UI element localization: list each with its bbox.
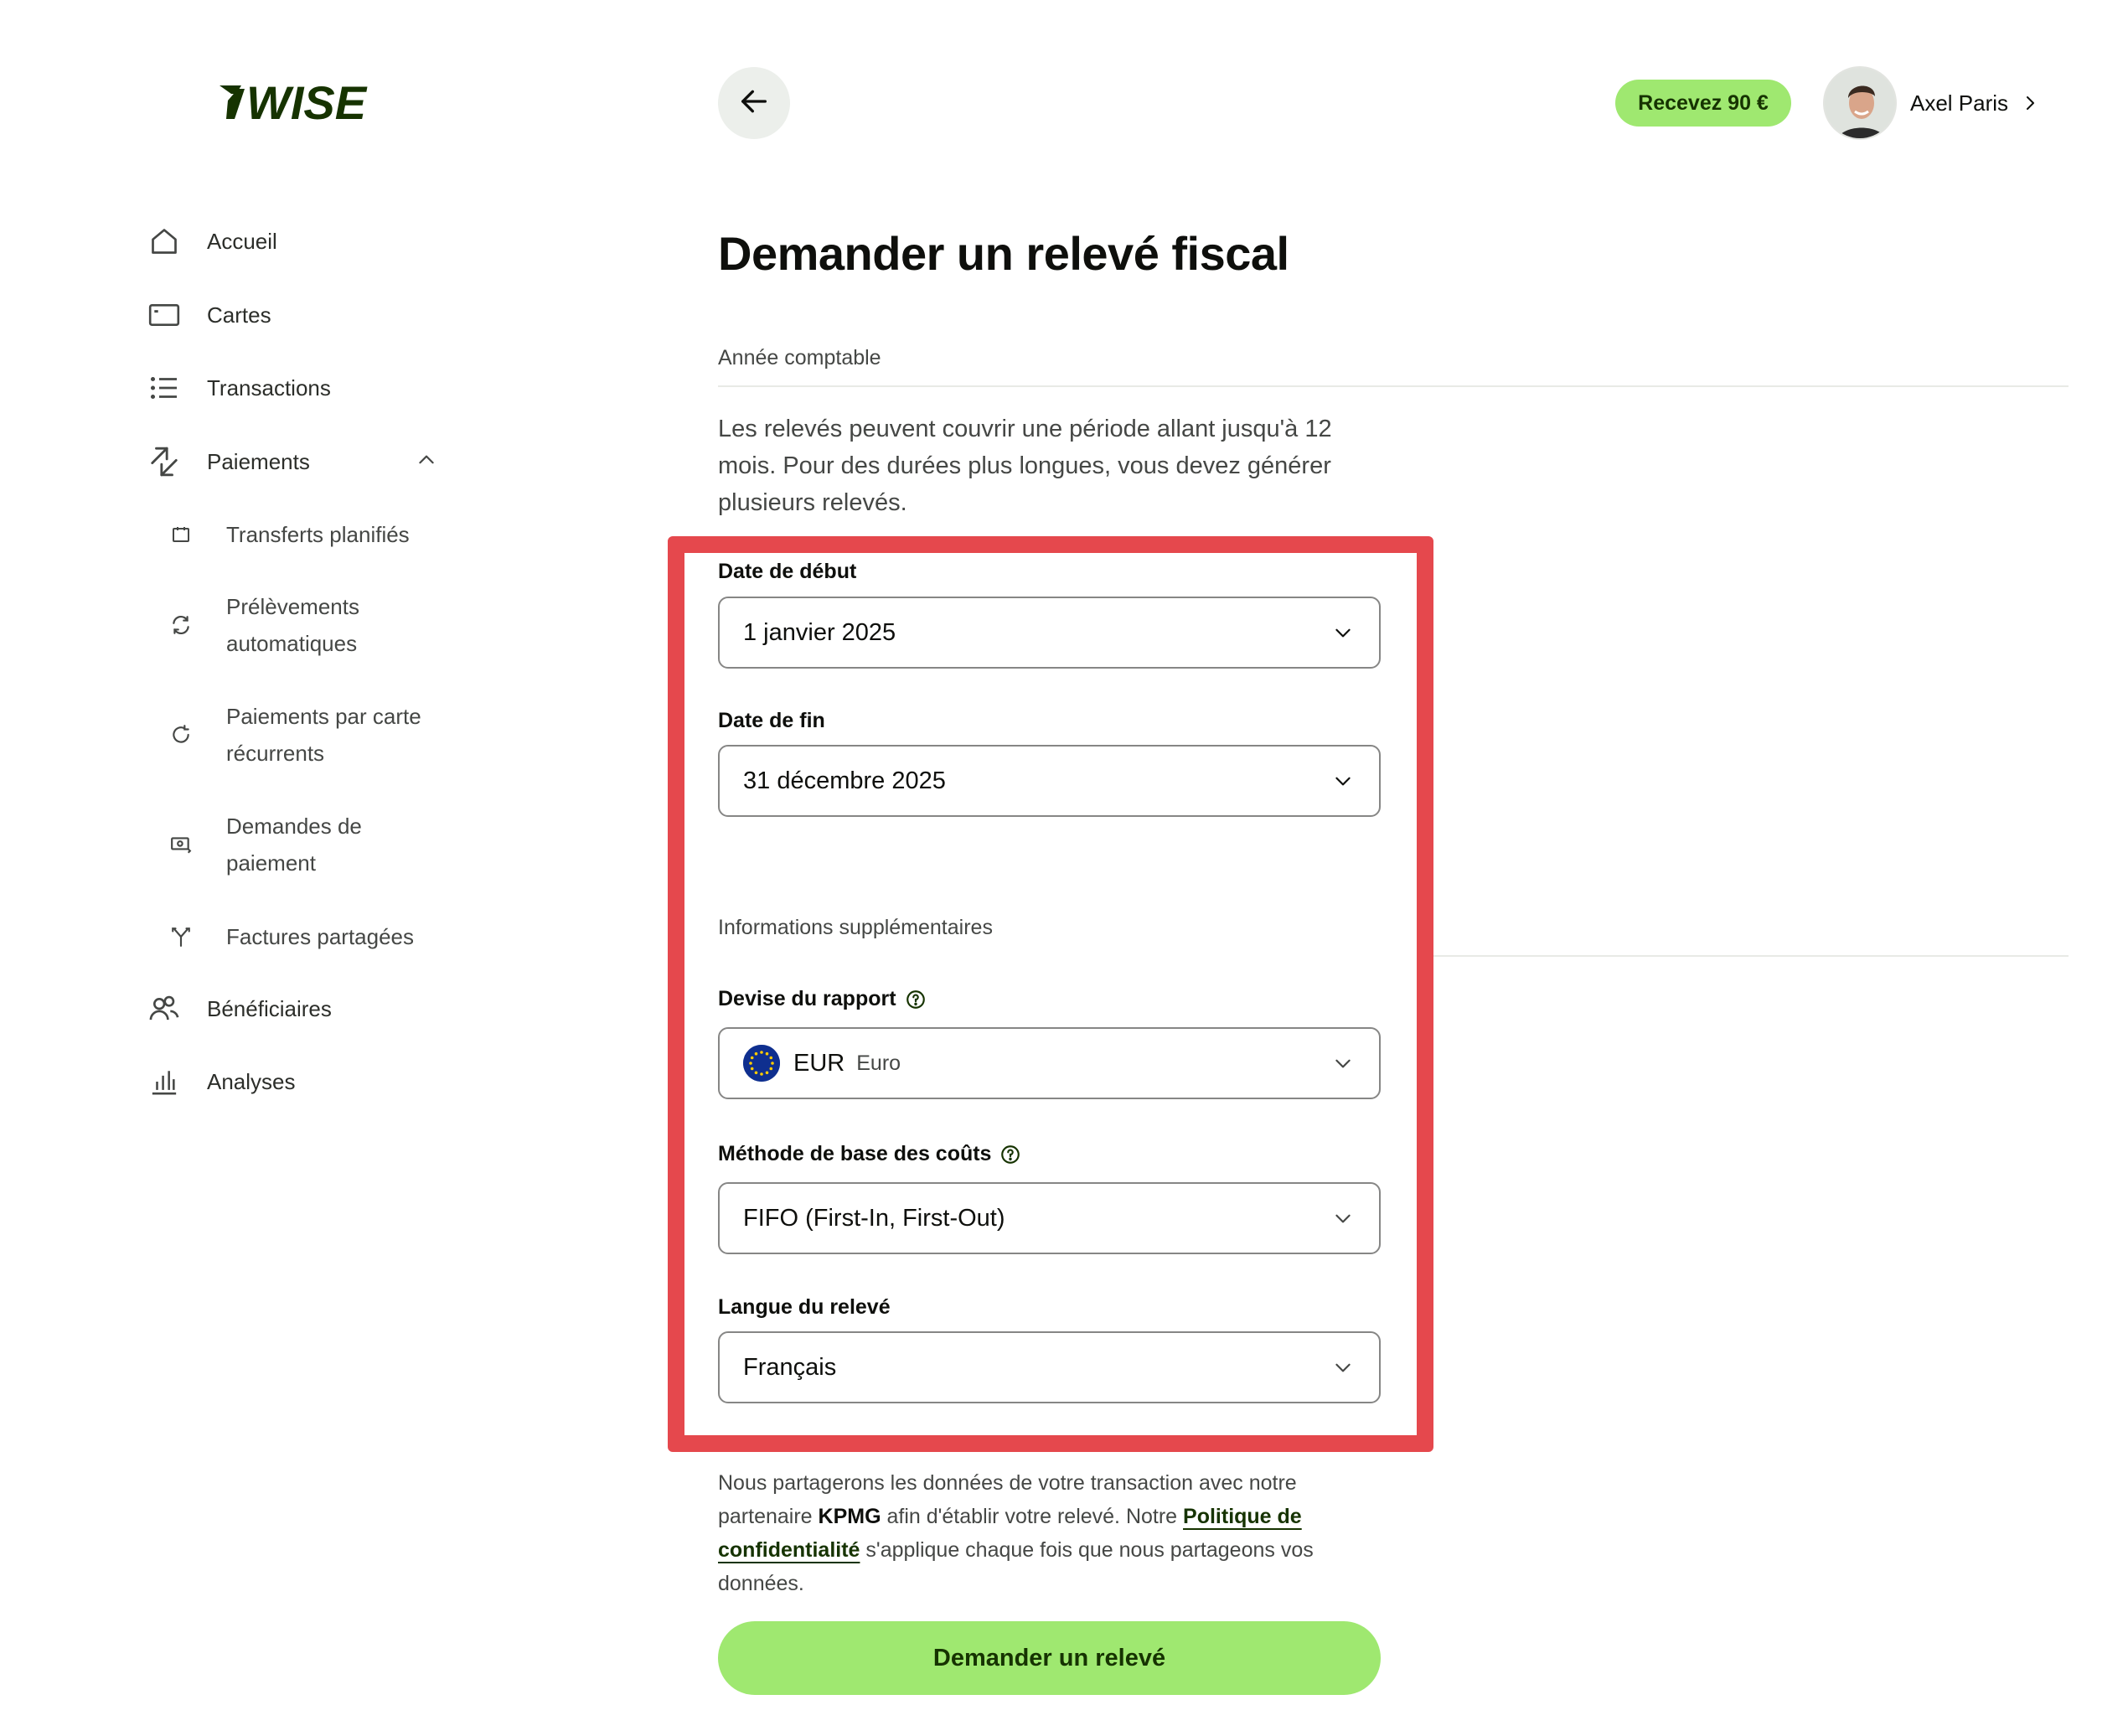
start-date-select[interactable]: 1 janvier 2025 [718, 597, 1381, 669]
end-date-label: Date de fin [718, 709, 825, 733]
language-value: Français [743, 1353, 837, 1381]
sidebar-subitem-prelevements[interactable]: Prélèvements automatiques [168, 588, 452, 662]
card-icon [147, 298, 181, 332]
chevron-down-icon [1332, 1207, 1354, 1229]
arrow-left-icon [737, 85, 771, 122]
help-icon[interactable] [905, 989, 927, 1010]
back-button[interactable] [718, 67, 790, 139]
section-heading-accounting-year: Année comptable [718, 346, 881, 369]
payments-icon [147, 445, 181, 478]
logo-wordmark: WISE [246, 76, 368, 127]
avatar [1823, 66, 1897, 140]
sidebar-subitem-factures[interactable]: Factures partagées [168, 918, 452, 955]
request-statement-button[interactable]: Demander un relevé [718, 1621, 1381, 1695]
cost-method-label-text: Méthode de base des coûts [718, 1142, 992, 1165]
cost-method-value: FIFO (First-In, First-Out) [743, 1204, 1005, 1232]
home-icon [147, 225, 181, 258]
sidebar-item-cartes[interactable]: Cartes [147, 290, 449, 340]
privacy-notice-part2: afin d'établir votre relevé. Notre [881, 1505, 1184, 1528]
chevron-down-icon [1332, 1356, 1354, 1378]
currency-select[interactable]: EUR Euro [718, 1027, 1381, 1099]
chevron-right-icon [2020, 93, 2040, 113]
sidebar-item-label: Transactions [207, 375, 331, 400]
request-money-icon [168, 831, 194, 858]
sidebar-item-transactions[interactable]: Transactions [147, 363, 449, 413]
recurring-icon [168, 721, 194, 748]
chart-icon [147, 1065, 181, 1098]
divider [1433, 955, 2069, 957]
section-heading-additional-info: Informations supplémentaires [718, 916, 993, 939]
referral-reward-button[interactable]: Recevez 90 € [1615, 80, 1791, 127]
sidebar-subitem-label: Factures partagées [226, 924, 415, 949]
chevron-down-icon [1332, 1052, 1354, 1074]
chevron-down-icon [1332, 622, 1354, 643]
sidebar-subitem-label: Transferts planifiés [226, 522, 410, 547]
help-icon[interactable] [999, 1144, 1021, 1165]
privacy-notice: Nous partagerons les données de votre tr… [718, 1466, 1388, 1600]
language-select[interactable]: Français [718, 1331, 1381, 1403]
currency-label-text: Devise du rapport [718, 987, 896, 1010]
currency-name: Euro [856, 1051, 901, 1075]
sidebar-item-label: Analyses [207, 1068, 296, 1094]
cost-method-label: Méthode de base des coûts [718, 1142, 1021, 1166]
sidebar-subitem-label: Prélèvements automatiques [226, 594, 359, 656]
end-date-label-text: Date de fin [718, 709, 825, 732]
sidebar-item-beneficiaires[interactable]: Bénéficiaires [147, 984, 449, 1034]
sidebar-item-analyses[interactable]: Analyses [147, 1057, 449, 1107]
sidebar-item-label: Accueil [207, 228, 277, 254]
cost-method-select[interactable]: FIFO (First-In, First-Out) [718, 1182, 1381, 1254]
intro-text: Les relevés peuvent couvrir une période … [718, 416, 1332, 516]
language-label-text: Langue du relevé [718, 1295, 891, 1319]
language-label: Langue du relevé [718, 1295, 891, 1320]
sidebar-subitem-paiements-carte[interactable]: Paiements par carte récurrents [168, 698, 452, 772]
page-title: Demander un relevé fiscal [718, 227, 1289, 280]
chevron-down-icon [1332, 770, 1354, 792]
divider [718, 385, 2069, 387]
start-date-label-text: Date de début [718, 560, 857, 583]
sidebar-item-label: Paiements [207, 448, 310, 474]
sidebar-item-accueil[interactable]: Accueil [147, 216, 449, 266]
sidebar-subitem-transferts-planifies[interactable]: Transferts planifiés [168, 516, 452, 553]
end-date-value: 31 décembre 2025 [743, 767, 946, 794]
end-date-select[interactable]: 31 décembre 2025 [718, 745, 1381, 817]
recipients-icon [147, 992, 181, 1026]
start-date-label: Date de début [718, 560, 856, 584]
calendar-icon [168, 521, 194, 548]
wise-logo[interactable]: WISE [216, 75, 384, 129]
chevron-up-icon[interactable] [416, 449, 437, 475]
start-date-value: 1 janvier 2025 [743, 618, 896, 646]
eu-flag-icon [743, 1045, 780, 1082]
profile-menu[interactable]: Axel Paris [1823, 65, 2040, 141]
split-icon [168, 923, 194, 950]
list-icon [147, 371, 181, 405]
sidebar-item-label: Bénéficiaires [207, 995, 332, 1021]
sidebar-subitem-label: Paiements par carte récurrents [226, 704, 421, 766]
refresh-icon [168, 612, 194, 638]
sidebar-item-label: Cartes [207, 302, 271, 328]
sidebar-subitem-label: Demandes de paiement [226, 814, 362, 876]
currency-label: Devise du rapport [718, 987, 927, 1011]
sidebar-item-paiements[interactable]: Paiements [147, 437, 449, 487]
partner-name: KPMG [818, 1505, 881, 1528]
currency-code: EUR [793, 1049, 845, 1077]
sidebar-subitem-demandes[interactable]: Demandes de paiement [168, 808, 452, 881]
user-name: Axel Paris [1910, 90, 2009, 116]
